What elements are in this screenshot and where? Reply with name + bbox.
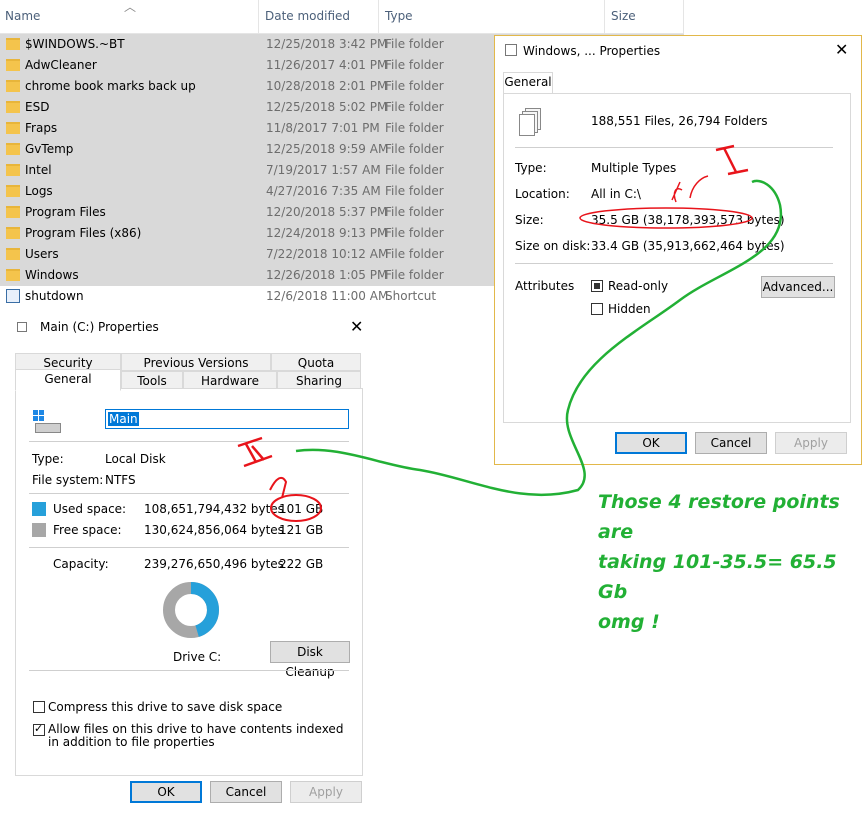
used-scribble (269, 476, 288, 499)
marker-ii (237, 436, 273, 468)
marker-i (715, 144, 749, 176)
connector-line (295, 179, 783, 497)
size-scribble (671, 175, 709, 203)
annotation-line-1: Those 4 restore points are (598, 491, 840, 543)
annotation-note: Those 4 restore points are taking 101-35… (598, 487, 868, 637)
used-gb-highlight-circle (270, 494, 322, 522)
annotation-overlay (237, 144, 783, 522)
size-highlight-circle (579, 207, 753, 229)
annotation-line-2: taking 101-35.5= 65.5 Gb (598, 551, 837, 603)
annotation-line-3: omg ! (598, 611, 660, 633)
